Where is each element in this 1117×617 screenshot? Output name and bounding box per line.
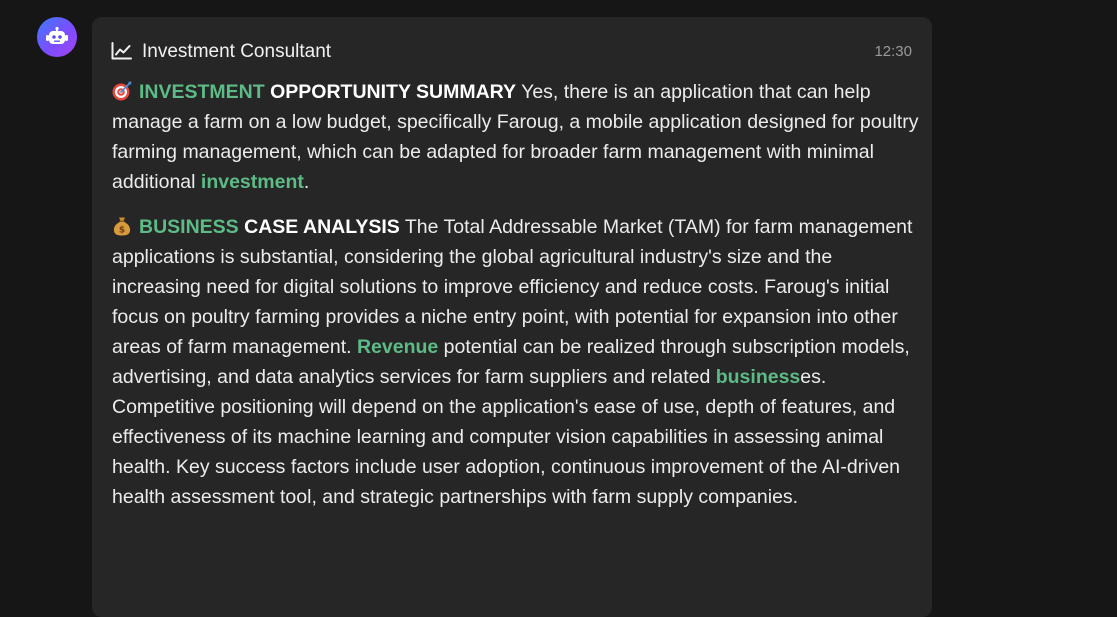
message-bubble: Investment Consultant 12:30 INVESTMENT O… bbox=[92, 17, 932, 617]
section1-highlight-investment: investment bbox=[200, 171, 304, 193]
message-header: Investment Consultant 12:30 bbox=[111, 39, 912, 65]
section2-heading: CASE ANALYSIS bbox=[244, 216, 400, 238]
svg-text:$: $ bbox=[119, 226, 125, 236]
section1-heading: OPPORTUNITY SUMMARY bbox=[270, 81, 517, 103]
section-business-case: $ BUSINESS CASE ANALYSIS The Total Addre… bbox=[112, 212, 920, 512]
dart-target-emoji bbox=[112, 81, 132, 101]
assistant-avatar bbox=[37, 17, 77, 57]
section-investment-opportunity: INVESTMENT OPPORTUNITY SUMMARY Yes, ther… bbox=[112, 77, 920, 197]
message-content: INVESTMENT OPPORTUNITY SUMMARY Yes, ther… bbox=[112, 77, 920, 527]
section1-body-2: . bbox=[303, 171, 310, 193]
money-bag-emoji: $ bbox=[113, 217, 131, 236]
message-title: Investment Consultant bbox=[142, 41, 332, 62]
section1-heading-highlight: INVESTMENT bbox=[139, 81, 265, 103]
section2-highlight-revenue: Revenue bbox=[356, 336, 439, 358]
section2-highlight-business: business bbox=[715, 366, 801, 388]
robot-icon bbox=[46, 27, 68, 44]
chart-line-icon bbox=[111, 42, 132, 60]
message-timestamp: 12:30 bbox=[874, 43, 912, 60]
section2-heading-highlight: BUSINESS bbox=[139, 216, 239, 238]
